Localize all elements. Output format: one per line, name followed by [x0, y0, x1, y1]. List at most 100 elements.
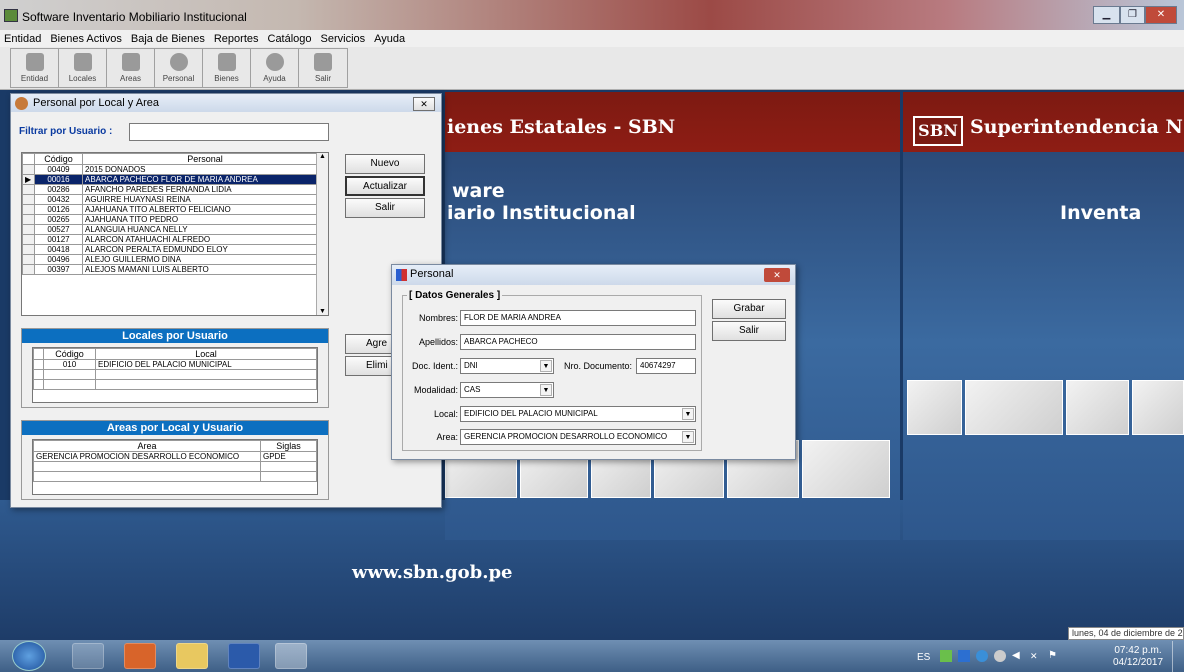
start-button[interactable]: [12, 641, 46, 671]
media-player-taskbar-button[interactable]: [72, 643, 104, 669]
area-header: Area: [33, 440, 261, 452]
inventario-taskbar-button[interactable]: [275, 643, 307, 669]
codigo-header: Código: [34, 153, 83, 165]
table-row[interactable]: [33, 369, 317, 380]
modalidad-label: Modalidad:: [413, 385, 458, 395]
chevron-down-icon[interactable]: ▼: [540, 384, 552, 396]
row-indicator-header: [22, 153, 35, 165]
panel-close-icon[interactable]: ✕: [413, 97, 435, 111]
table-row[interactable]: GERENCIA PROMOCION DESARROLLO ECONOMICO G…: [33, 451, 317, 462]
jetski-image: [907, 380, 962, 435]
menu-servicios[interactable]: Servicios: [321, 33, 366, 45]
show-desktop-button[interactable]: [1172, 641, 1184, 672]
menu-baja-bienes[interactable]: Baja de Bienes: [131, 33, 205, 45]
doc-ident-select[interactable]: DNI ▼: [460, 358, 554, 374]
row-indicator: [33, 359, 44, 370]
salir-button[interactable]: Salir: [712, 321, 786, 341]
minimize-icon[interactable]: ▁: [1093, 6, 1120, 24]
table-row[interactable]: 00496 ALEJO GUILLERMO DINA: [22, 254, 328, 265]
modalidad-value: CAS: [464, 385, 481, 394]
menu-reportes[interactable]: Reportes: [214, 33, 259, 45]
maximize-icon[interactable]: ❐: [1120, 6, 1145, 24]
person-icon: [169, 53, 188, 71]
table-row[interactable]: [33, 461, 317, 472]
area-name-cell: GERENCIA PROMOCION DESARROLLO ECONOMICO: [33, 451, 261, 462]
nro-documento-field[interactable]: 40674297: [636, 358, 696, 374]
banner-line1: ware: [452, 180, 505, 202]
grabar-button[interactable]: Grabar: [712, 299, 786, 319]
menu-catalogo[interactable]: Catálogo: [268, 33, 312, 45]
menu-bienes-activos[interactable]: Bienes Activos: [50, 33, 122, 45]
salir-button[interactable]: Salir: [345, 198, 425, 218]
clock[interactable]: 07:42 p.m. 04/12/2017: [1110, 645, 1166, 669]
nombres-field[interactable]: FLOR DE MARIA ANDREA: [460, 310, 696, 326]
dialog-titlebar: Personal: [392, 265, 795, 285]
personal-codigo-cell: 00126: [34, 204, 83, 215]
areas-title: Areas por Local y Usuario: [22, 421, 328, 435]
table-row[interactable]: 00527 ALANGUIA HUANCA NELLY: [22, 224, 328, 235]
toolbar-personal-button[interactable]: Personal: [155, 49, 203, 87]
chevron-down-icon[interactable]: ▼: [682, 408, 694, 420]
scroll-up-icon[interactable]: ▲: [317, 153, 328, 160]
toolbar-label: Personal: [162, 74, 195, 83]
desk-image: [1066, 380, 1129, 435]
locales-grid: Código Local 010 EDIFICIO DEL PALACIO MUN…: [32, 347, 318, 403]
locales-section: Locales por Usuario Código Local 010 EDIF…: [21, 328, 329, 408]
nuevo-button[interactable]: Nuevo: [345, 154, 425, 174]
empty-cell: [260, 471, 317, 482]
toolbar-salir-button[interactable]: Salir: [299, 49, 347, 87]
personal-codigo-cell: 00127: [34, 234, 83, 245]
menu-ayuda[interactable]: Ayuda: [374, 33, 405, 45]
scroll-down-icon[interactable]: ▼: [317, 308, 328, 315]
sync-icon[interactable]: [994, 650, 1006, 662]
apellidos-field[interactable]: ABARCA PACHECO: [460, 334, 696, 350]
table-row[interactable]: 00286 AFANCHO PAREDES FERNANDA LIDIA: [22, 184, 328, 195]
app-tray-icon[interactable]: [958, 650, 970, 662]
security-icon[interactable]: [976, 650, 988, 662]
close-icon[interactable]: ✕: [1145, 6, 1177, 24]
table-row[interactable]: [33, 471, 317, 482]
actualizar-button[interactable]: Actualizar: [345, 176, 425, 196]
chevron-down-icon[interactable]: ▼: [540, 360, 552, 372]
panel-title: Personal por Local y Area: [33, 97, 159, 109]
flag-icon[interactable]: ⚑: [1048, 650, 1060, 662]
volume-icon[interactable]: ◀: [1012, 650, 1024, 662]
dialog-close-icon[interactable]: ✕: [764, 268, 790, 282]
mute-icon[interactable]: ✕: [1030, 650, 1042, 662]
banner-right-title: Superintendencia N: [970, 116, 1183, 138]
table-row[interactable]: ▶ 00016 ABARCA PACHECO FLOR DE MARIA ANDRE…: [22, 174, 328, 185]
word-taskbar-button[interactable]: [228, 643, 260, 669]
modalidad-select[interactable]: CAS ▼: [460, 382, 554, 398]
phone-image: [1132, 380, 1184, 435]
table-row[interactable]: 00409 2015 DONADOS: [22, 164, 328, 175]
row-indicator: [22, 204, 35, 215]
table-row[interactable]: [33, 379, 317, 390]
table-row[interactable]: 00432 AGUIRRE HUAYNASI REINA: [22, 194, 328, 205]
powerpoint-taskbar-button[interactable]: [124, 643, 156, 669]
table-row[interactable]: 00126 AJAHUANA TITO ALBERTO FELICIANO: [22, 204, 328, 215]
area-siglas-cell: GPDE: [260, 451, 317, 462]
toolbar-locales-button[interactable]: Locales: [59, 49, 107, 87]
row-pointer-icon: ▶: [22, 174, 35, 185]
area-select[interactable]: GERENCIA PROMOCION DESARROLLO ECONOMICO …: [460, 429, 696, 445]
area-icon: [121, 53, 140, 71]
local-select[interactable]: EDIFICIO DEL PALACIO MUNICIPAL ▼: [460, 406, 696, 422]
toolbar-areas-button[interactable]: Areas: [107, 49, 155, 87]
table-row[interactable]: 00265 AJAHUANA TITO PEDRO: [22, 214, 328, 225]
table-row[interactable]: 00127 ALARCON ATAHUACHI ALFREDO: [22, 234, 328, 245]
personal-scrollbar[interactable]: ▲ ▼: [316, 153, 328, 315]
local-value: EDIFICIO DEL PALACIO MUNICIPAL: [464, 409, 598, 418]
toolbar-entidad-button[interactable]: Entidad: [11, 49, 59, 87]
filter-input[interactable]: [129, 123, 329, 141]
language-indicator[interactable]: ES: [917, 652, 930, 663]
network-icon[interactable]: [940, 650, 952, 662]
table-row[interactable]: 00397 ALEJOS MAMANI LUIS ALBERTO: [22, 264, 328, 275]
menu-entidad[interactable]: Entidad: [4, 33, 41, 45]
table-row[interactable]: 00418 ALARCON PERALTA EDMUNDO ELOY: [22, 244, 328, 255]
toolbar-bienes-button[interactable]: Bienes: [203, 49, 251, 87]
table-row[interactable]: 010 EDIFICIO DEL PALACIO MUNICIPAL: [33, 359, 317, 370]
chevron-down-icon[interactable]: ▼: [682, 431, 694, 443]
explorer-taskbar-button[interactable]: [176, 643, 208, 669]
toolbar-ayuda-button[interactable]: Ayuda: [251, 49, 299, 87]
row-indicator: [22, 234, 35, 245]
